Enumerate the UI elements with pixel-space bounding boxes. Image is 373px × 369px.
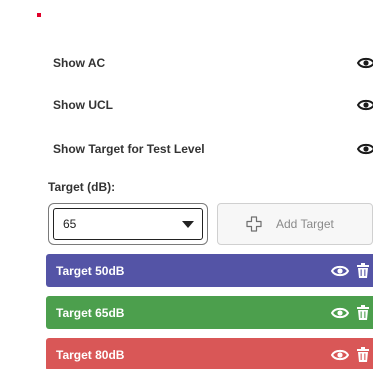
target-bar-label: Target 50dB [56,263,125,278]
target-bar-actions [331,305,373,320]
target-select-value: 65 [63,217,77,231]
trash-icon[interactable] [357,263,369,278]
eye-icon[interactable] [357,143,373,155]
toggle-row-show-ac: Show AC [53,52,373,74]
target-select-focus-ring: 65 [48,203,208,245]
target-bar-65db[interactable]: Target 65dB [46,296,373,329]
target-db-select[interactable]: 65 [53,208,203,240]
plus-outline-icon [246,216,262,232]
add-target-button[interactable]: Add Target [217,203,373,245]
trash-icon[interactable] [357,347,369,362]
eye-icon[interactable] [357,99,373,111]
eye-icon[interactable] [357,57,373,69]
target-bar-actions [331,263,373,278]
toggle-row-show-ucl: Show UCL [53,94,373,116]
red-marker [37,13,41,17]
target-bar-label: Target 80dB [56,347,125,362]
chevron-down-icon [182,220,194,228]
target-db-label: Target (dB): [48,180,116,194]
target-settings-panel: Show AC Show UCL Show Target for Test Le… [0,0,373,369]
target-bar-actions [331,347,373,362]
toggle-row-show-target-test-level: Show Target for Test Level [53,138,373,160]
trash-icon[interactable] [357,305,369,320]
eye-icon[interactable] [331,265,349,277]
show-ucl-label: Show UCL [53,98,113,112]
target-bar-label: Target 65dB [56,305,125,320]
target-bar-80db[interactable]: Target 80dB [46,338,373,369]
show-ac-label: Show AC [53,56,106,70]
eye-icon[interactable] [331,307,349,319]
target-bar-50db[interactable]: Target 50dB [46,254,373,287]
show-target-test-level-label: Show Target for Test Level [53,142,205,156]
eye-icon[interactable] [331,349,349,361]
add-target-label: Add Target [276,217,334,231]
